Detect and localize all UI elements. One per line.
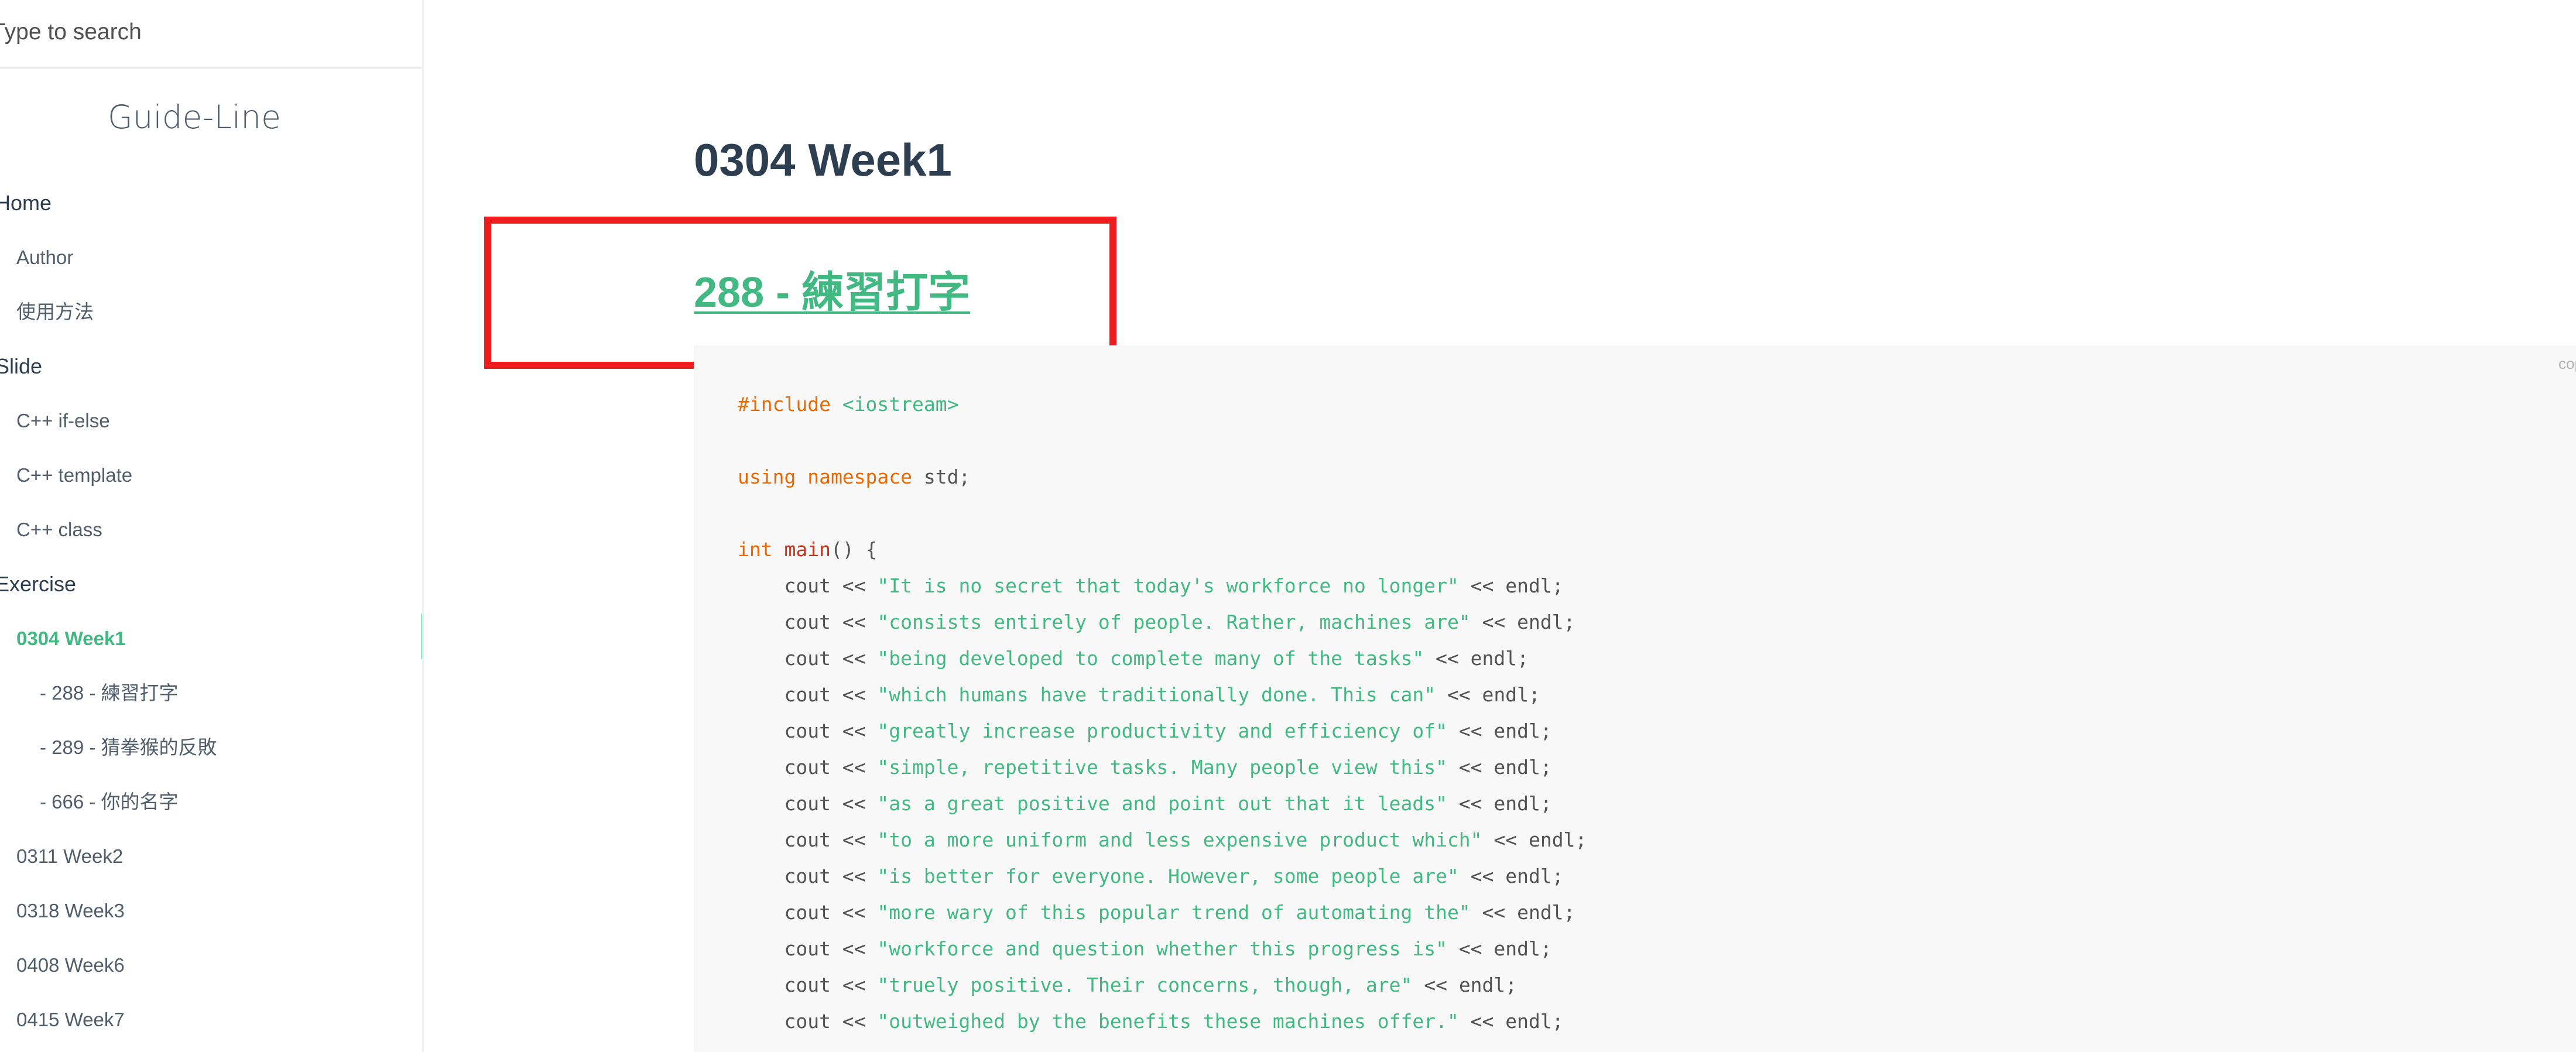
code-token: << endl; bbox=[1482, 828, 1587, 851]
code-token: using namespace bbox=[738, 465, 913, 488]
code-token: cout << bbox=[738, 828, 878, 851]
code-token: << endl; bbox=[1447, 937, 1552, 960]
code-line: cout << "greatly increase productivity a… bbox=[738, 713, 1587, 749]
code-token: << endl; bbox=[1447, 719, 1552, 742]
code-token: cout << bbox=[738, 792, 878, 815]
code-token: cout << bbox=[738, 865, 878, 887]
code-line: cout << "outweighed by the benefits thes… bbox=[738, 1003, 1587, 1040]
code-token: << endl; bbox=[1436, 683, 1540, 706]
code-token: "consists entirely of people. Rather, ma… bbox=[877, 611, 1471, 633]
sidebar-item-author[interactable]: Author bbox=[0, 230, 422, 285]
code-token: "being developed to complete many of the… bbox=[877, 647, 1424, 670]
code-line: #include <iostream> bbox=[738, 386, 1587, 423]
sidebar-item-289-猜拳猴的反敗[interactable]: - 289 - 猜拳猴的反敗 bbox=[0, 720, 422, 775]
code-line bbox=[738, 1040, 1587, 1052]
sidebar-section-slide[interactable]: Slide bbox=[0, 339, 422, 393]
code-token: "to a more uniform and less expensive pr… bbox=[877, 828, 1482, 851]
sidebar-item-0304-week1[interactable]: 0304 Week1 bbox=[0, 611, 422, 666]
problem-link-288[interactable]: 288 - 練習打字 bbox=[694, 258, 970, 319]
sidebar-item-0311-week2[interactable]: 0311 Week2 bbox=[0, 829, 422, 883]
code-line: cout << "more wary of this popular trend… bbox=[738, 895, 1587, 931]
code-token: cout << bbox=[738, 574, 878, 597]
sidebar-section-home[interactable]: Home bbox=[0, 176, 422, 230]
sidebar: Guide-Line HomeAuthor使用方法SlideC++ if-els… bbox=[0, 0, 424, 1052]
sidebar-item-c-if-else[interactable]: C++ if-else bbox=[0, 393, 422, 448]
sidebar-item-c-template[interactable]: C++ template bbox=[0, 448, 422, 502]
code-token: cout << bbox=[738, 974, 878, 996]
code-line: cout << "It is no secret that today's wo… bbox=[738, 568, 1587, 604]
code-token: "It is no secret that today's workforce … bbox=[877, 574, 1459, 597]
sidebar-item-666-你的名字[interactable]: - 666 - 你的名字 bbox=[0, 775, 422, 829]
code-token: "greatly increase productivity and effic… bbox=[877, 719, 1447, 742]
code-token: "simple, repetitive tasks. Many people v… bbox=[877, 756, 1447, 779]
code-line: cout << "is better for everyone. However… bbox=[738, 858, 1587, 895]
search-box bbox=[0, 0, 422, 69]
sidebar-nav: Home Author 使用方法 Slide C++ if-else C++ templa… bbox=[0, 176, 422, 1047]
code-line: cout << "as a great positive and point o… bbox=[738, 786, 1587, 822]
code-token: "as a great positive and point out that … bbox=[877, 792, 1447, 815]
code-token: int bbox=[738, 538, 773, 561]
code-token: cout << bbox=[738, 611, 878, 633]
code-line: using namespace std; bbox=[738, 459, 1587, 495]
code-token: "workforce and question whether this pro… bbox=[877, 937, 1447, 960]
sidebar-item-0318-week3[interactable]: 0318 Week3 bbox=[0, 883, 422, 938]
code-token: "truely positive. Their concerns, though… bbox=[877, 974, 1413, 996]
page-title[interactable]: 0304 Week1 bbox=[694, 133, 952, 187]
code-token: << endl; bbox=[1470, 901, 1575, 924]
code-line: cout << "being developed to complete man… bbox=[738, 640, 1587, 677]
code-token: << endl; bbox=[1458, 865, 1564, 887]
code-token: cout << bbox=[738, 719, 878, 742]
code-token: "more wary of this popular trend of auto… bbox=[877, 901, 1471, 924]
code-token: "is better for everyone. However, some p… bbox=[877, 865, 1459, 887]
app-name[interactable]: Guide-Line bbox=[0, 98, 389, 136]
code-token: << endl; bbox=[1424, 647, 1529, 670]
code-line: int main() { bbox=[738, 532, 1587, 568]
code-token: main bbox=[784, 538, 831, 561]
code-token: cout << bbox=[738, 1010, 878, 1033]
copy-code-button[interactable]: copy bbox=[2558, 355, 2576, 373]
code-token: cout << bbox=[738, 756, 878, 779]
code-line: cout << "to a more uniform and less expe… bbox=[738, 822, 1587, 858]
code-token: cout << bbox=[738, 647, 878, 670]
sidebar-item-0415-week7[interactable]: 0415 Week7 bbox=[0, 992, 422, 1047]
sidebar-item-0408-week6[interactable]: 0408 Week6 bbox=[0, 938, 422, 992]
code-token: << endl; bbox=[1447, 792, 1552, 815]
code-token: cout << bbox=[738, 683, 878, 706]
code-token: << endl; bbox=[1470, 611, 1575, 633]
code-token: << endl; bbox=[1412, 974, 1517, 996]
main-content: 0304 Week1 288 - 練習打字 copy #include <ios… bbox=[426, 0, 2576, 1052]
code-line: cout << "workforce and question whether … bbox=[738, 931, 1587, 967]
code-token: () { bbox=[830, 538, 878, 561]
code-lines: #include <iostream> using namespace std; i… bbox=[738, 386, 1587, 1052]
code-block: copy #include <iostream> using namespace … bbox=[694, 345, 2576, 1052]
code-token: << endl; bbox=[1458, 1010, 1564, 1033]
search-input[interactable] bbox=[0, 14, 402, 50]
code-token: << endl; bbox=[1447, 756, 1552, 779]
code-token: <iostream> bbox=[842, 393, 959, 416]
sidebar-item-288-練習打字[interactable]: - 288 - 練習打字 bbox=[0, 666, 422, 720]
code-token: cout << bbox=[738, 937, 878, 960]
code-line: cout << "consists entirely of people. Ra… bbox=[738, 604, 1587, 640]
code-token: cout << bbox=[738, 901, 878, 924]
code-token: "outweighed by the benefits these machin… bbox=[877, 1010, 1459, 1033]
code-line: cout << "which humans have traditionally… bbox=[738, 677, 1587, 713]
code-token: "which humans have traditionally done. T… bbox=[877, 683, 1436, 706]
code-line: cout << "simple, repetitive tasks. Many … bbox=[738, 749, 1587, 786]
sidebar-item-使用方法[interactable]: 使用方法 bbox=[0, 285, 422, 339]
code-token: #include bbox=[738, 393, 842, 416]
code-line: cout << "truely positive. Their concerns… bbox=[738, 967, 1587, 1003]
sidebar-section-exercise[interactable]: Exercise bbox=[0, 557, 422, 611]
code-token: std; bbox=[912, 465, 971, 488]
sidebar-item-c-class[interactable]: C++ class bbox=[0, 502, 422, 557]
code-token: << endl; bbox=[1458, 574, 1564, 597]
